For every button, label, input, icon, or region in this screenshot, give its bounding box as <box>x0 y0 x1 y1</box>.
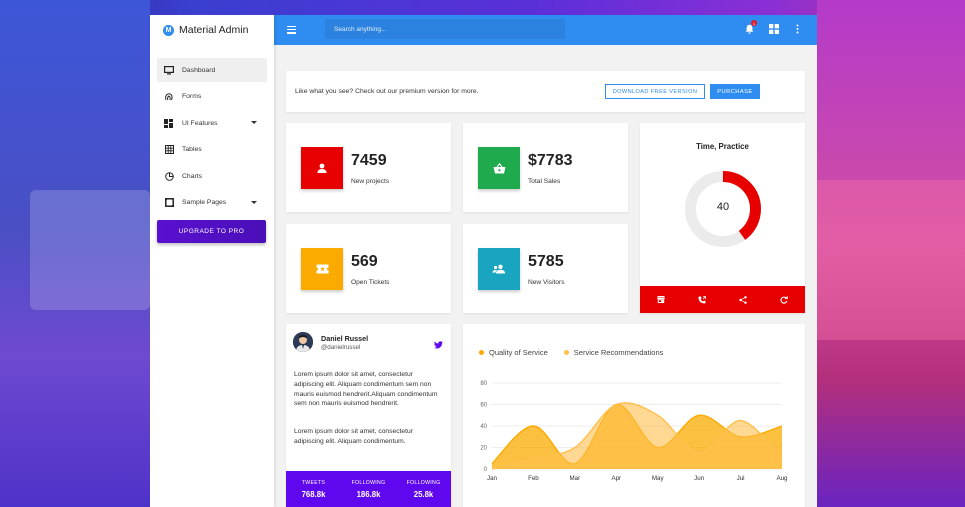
x-tick-label: Apr <box>611 475 621 482</box>
sidebar-item-label: Forms <box>182 93 202 101</box>
topbar: 1 <box>274 15 817 45</box>
download-free-version-button[interactable]: DOWNLOAD FREE VERSION <box>605 84 705 99</box>
stat-value: 768.8k <box>301 489 326 499</box>
stat-value: $7783 <box>528 152 573 169</box>
person-icon <box>301 147 343 189</box>
sidebar-item-charts[interactable]: Charts <box>157 164 267 188</box>
x-tick-label: May <box>652 475 665 482</box>
chevron-down-icon <box>251 200 257 204</box>
profile-handle: @danielrussel <box>321 344 361 351</box>
chevron-down-icon <box>251 121 257 125</box>
background-left-panel <box>0 0 150 507</box>
time-card-actions <box>640 286 805 313</box>
time-practice-card: Time, Practice 40 <box>640 123 805 313</box>
phone-icon[interactable] <box>681 286 722 313</box>
group-icon <box>478 248 520 290</box>
stat-label: TWEETS <box>301 479 326 486</box>
y-tick-label: 0 <box>484 467 488 473</box>
profile-bio-paragraph: Lorem ipsum dolor sit amet, consectetur … <box>294 371 438 408</box>
profile-stat-following[interactable]: FOLLOWING 25.8k <box>396 471 451 507</box>
search-input[interactable] <box>325 19 565 39</box>
avatar[interactable] <box>293 332 313 352</box>
sidebar-item-tables[interactable]: Tables <box>157 138 267 162</box>
promo-card: Like what you see? Check out our premium… <box>286 71 805 112</box>
refresh-icon[interactable] <box>764 286 805 313</box>
y-tick-label: 40 <box>480 424 487 430</box>
background-right-panel <box>817 0 965 507</box>
stat-card-new-visitors: 5785 New Visitors <box>463 224 628 313</box>
x-tick-label: Feb <box>528 475 539 482</box>
menu-icon[interactable] <box>287 26 296 34</box>
promo-text: Like what you see? Check out our premium… <box>295 88 479 95</box>
area-chart: 0 20 40 60 80 Jan Feb Mar Apr May Jun Jul Aug <box>480 381 788 482</box>
ticket-icon <box>301 248 343 290</box>
stat-card-new-projects: 7459 New projects <box>286 123 451 212</box>
stat-label: Open Tickets <box>351 279 390 286</box>
profile-stats: TWEETS 768.8k FOLLOWING 186.8k FOLLOWING… <box>286 471 451 507</box>
y-tick-label: 80 <box>480 381 487 387</box>
x-tick-label: Mar <box>570 475 581 482</box>
app-window: M Material Admin Dashboard Forms UI Feat… <box>150 15 817 507</box>
brand-logo: M <box>163 24 174 36</box>
background-shape <box>817 180 965 340</box>
profile-bio-paragraph: Lorem ipsum dolor sit amet, consectetur … <box>294 428 413 445</box>
profile-name: Daniel Russel <box>321 334 369 343</box>
brand[interactable]: M Material Admin <box>150 15 274 45</box>
monitor-icon <box>164 65 174 75</box>
profile-stat-tweets[interactable]: TWEETS 768.8k <box>286 471 341 507</box>
stat-value: 25.8k <box>413 489 434 499</box>
service-chart-card: Quality of Service Service Recommendatio… <box>463 324 805 507</box>
sidebar: M Material Admin Dashboard Forms UI Feat… <box>150 15 274 507</box>
topbar-actions: 1 <box>744 20 803 34</box>
stat-value: 186.8k <box>356 489 381 499</box>
apps-icon[interactable] <box>768 23 779 34</box>
sidebar-item-sample-pages[interactable]: Sample Pages <box>157 191 267 215</box>
store-icon[interactable] <box>640 286 681 313</box>
sidebar-item-ui-features[interactable]: UI Features <box>157 111 267 135</box>
sidebar-item-label: Tables <box>182 146 202 154</box>
sidebar-item-label: UI Features <box>182 119 218 127</box>
share-icon[interactable] <box>723 286 764 313</box>
notification-badge: 1 <box>751 20 757 26</box>
sidebar-item-label: Charts <box>182 172 203 180</box>
upgrade-to-pro-button[interactable]: UPGRADE TO PRO <box>157 219 266 243</box>
fingerprint-icon <box>164 92 174 102</box>
table-icon <box>164 145 174 155</box>
purchase-button[interactable]: PURCHASE <box>710 84 760 99</box>
stat-label: New Visitors <box>528 279 565 286</box>
stat-label: Total Sales <box>528 178 561 185</box>
stat-card-open-tickets: 569 Open Tickets <box>286 224 451 313</box>
crop-square-icon <box>164 198 174 208</box>
dashboard-grid-icon <box>164 118 174 128</box>
x-tick-label: Jan <box>487 475 498 482</box>
background-shape <box>30 190 150 310</box>
pie-chart-icon <box>164 171 174 181</box>
x-tick-label: Jul <box>737 475 745 482</box>
y-tick-label: 60 <box>480 403 487 409</box>
sidebar-item-dashboard[interactable]: Dashboard <box>157 58 267 82</box>
profile-card: Daniel Russel @danielrussel Lorem ipsum … <box>286 324 451 507</box>
y-tick-label: 20 <box>480 446 487 452</box>
stat-value: 5785 <box>528 253 564 270</box>
brand-name: Material Admin <box>179 24 249 36</box>
x-tick-label: Aug <box>776 475 788 482</box>
x-tick-label: Jun <box>694 475 705 482</box>
stat-card-total-sales: $7783 Total Sales <box>463 123 628 212</box>
sidebar-nav: Dashboard Forms UI Features Tables Chart… <box>150 58 274 215</box>
twitter-icon[interactable] <box>434 336 443 349</box>
stat-label: FOLLOWING <box>406 479 441 486</box>
basket-icon <box>478 147 520 189</box>
sidebar-item-label: Dashboard <box>182 66 216 74</box>
stat-value: 569 <box>351 253 378 270</box>
sidebar-item-label: Sample Pages <box>182 199 227 207</box>
donut-value: 40 <box>716 201 730 213</box>
card-title: Time, Practice <box>696 142 749 151</box>
stat-label: New projects <box>351 178 390 185</box>
stat-value: 7459 <box>351 152 387 169</box>
more-vert-icon[interactable] <box>792 23 803 34</box>
sidebar-item-forms[interactable]: Forms <box>157 85 267 109</box>
profile-stat-following[interactable]: FOLLOWING 186.8k <box>341 471 396 507</box>
stat-label: FOLLOWING <box>351 479 386 486</box>
bell-icon[interactable]: 1 <box>744 20 757 34</box>
